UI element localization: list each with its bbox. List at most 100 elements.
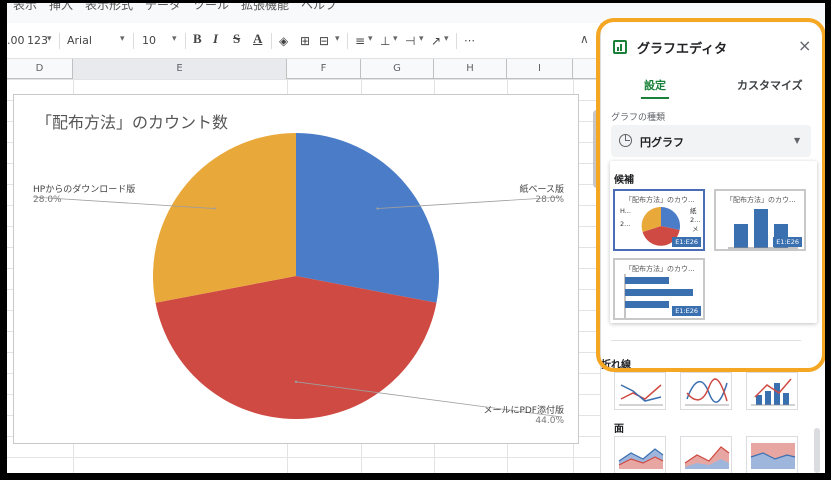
suggestion-range-badge: E1:E26 xyxy=(773,237,802,247)
tab-setup[interactable]: 設定 xyxy=(644,77,666,93)
sheet-scrollbar[interactable] xyxy=(593,110,600,188)
toolbar-divider xyxy=(456,33,457,49)
menu-bar-text[interactable]: 表示 挿入 表示形式 データ ツール 拡張機能 ヘルプ xyxy=(13,3,337,13)
label-download[interactable]: HPからのダウンロード版 28.0% xyxy=(33,185,135,205)
suggestion-snippet: メ xyxy=(692,225,699,233)
toolbar-divider xyxy=(271,33,272,49)
suggestion-snippet: 2... xyxy=(620,220,631,228)
label-paper-pct: 28.0% xyxy=(535,195,564,205)
stacked-area-chart-icon xyxy=(684,446,730,469)
area-category-label: 面 xyxy=(614,424,624,435)
column-header-d[interactable]: D xyxy=(7,59,73,79)
column-header-g[interactable]: G xyxy=(361,59,434,79)
column-header-row: D E F G H I xyxy=(7,59,600,79)
column-header-h[interactable]: H xyxy=(434,59,507,79)
line-chart-option[interactable] xyxy=(614,372,666,410)
bold-button[interactable]: B xyxy=(193,32,202,46)
suggestion-snippet: 紙 xyxy=(690,207,697,215)
chevron-down-icon: ▼ xyxy=(794,136,801,145)
suggestion-column[interactable]: 「配布方法」のカウ... E1:E26 xyxy=(714,189,806,251)
label-email[interactable]: メールにPDF添付版 44.0% xyxy=(472,406,564,426)
suggestion-pie[interactable]: 「配布方法」のカウ... H... 2... 紙 2... メ E1:E26 xyxy=(613,189,705,251)
pie-slice-2[interactable] xyxy=(153,133,296,303)
full-stacked-area-chart-option[interactable] xyxy=(746,436,798,474)
text-color-button[interactable]: A xyxy=(253,32,262,46)
toolbar-divider xyxy=(185,33,186,49)
fill-color-icon[interactable]: ◈ xyxy=(279,34,288,48)
active-tab-indicator xyxy=(641,97,669,99)
more-options-icon[interactable]: ⋯ xyxy=(464,34,475,48)
text-rotation-icon[interactable]: ↗ xyxy=(431,34,441,48)
column-header-f[interactable]: F xyxy=(287,59,361,79)
chart-editor-panel: グラフエディタ × 設定 カスタマイズ グラフの種類 円グラフ ▼ 候補 「配布… xyxy=(600,23,826,474)
suggestions-label: 候補 xyxy=(614,175,634,186)
pie-chart-icon xyxy=(619,134,632,147)
spreadsheet-grid[interactable]: D E F G H I 「配布方法」のカウント数 HPからのダウンロード版 28… xyxy=(7,59,600,473)
font-size-select[interactable]: 10 xyxy=(142,34,156,48)
suggestion-bar[interactable]: 「配布方法」のカウ... E1:E26 xyxy=(613,258,705,320)
chevron-down-icon[interactable]: ▾ xyxy=(368,34,373,44)
smooth-line-chart-option[interactable] xyxy=(680,372,732,410)
suggestion-snippet: 2... xyxy=(690,216,701,224)
toolbar-divider xyxy=(59,33,60,49)
combo-chart-option[interactable] xyxy=(746,372,798,410)
pie-chart-canvas xyxy=(32,133,563,419)
pie-slice-0[interactable] xyxy=(296,133,439,303)
line-category-label: 折れ線 xyxy=(601,360,631,371)
editor-title: グラフエディタ xyxy=(637,42,728,57)
pie-chart[interactable]: 「配布方法」のカウント数 HPからのダウンロード版 28.0% 紙ベース版 28… xyxy=(13,94,579,444)
chevron-down-icon[interactable]: ▾ xyxy=(120,34,125,44)
section-divider xyxy=(611,340,801,341)
italic-button[interactable]: I xyxy=(213,32,218,46)
smooth-line-chart-icon xyxy=(685,378,729,406)
decimal-button[interactable]: .00 xyxy=(7,34,25,48)
chevron-down-icon[interactable]: ▾ xyxy=(419,34,424,44)
chevron-down-icon[interactable]: ▾ xyxy=(393,34,398,44)
align-left-icon[interactable]: ≡ xyxy=(355,34,365,48)
panel-scrollbar[interactable] xyxy=(814,428,820,473)
column-header-e[interactable]: E xyxy=(73,59,287,79)
chart-editor-icon xyxy=(613,40,627,54)
merge-cells-icon[interactable]: ⊟ xyxy=(319,34,329,48)
area-chart-option[interactable] xyxy=(614,436,666,474)
leader-dot-0 xyxy=(376,207,379,210)
chevron-down-icon[interactable]: ▾ xyxy=(335,34,340,44)
stacked-area-chart-option[interactable] xyxy=(680,436,732,474)
toolbar-divider xyxy=(133,33,134,49)
area-chart-icon xyxy=(618,448,664,469)
vertical-align-icon[interactable]: ⊥ xyxy=(380,34,390,48)
text-wrap-icon[interactable]: ⊣ xyxy=(405,34,415,48)
label-paper[interactable]: 紙ベース版 28.0% xyxy=(504,185,564,205)
label-paper-name: 紙ベース版 xyxy=(519,185,564,195)
line-chart-icon xyxy=(619,384,663,406)
suggestion-range-badge: E1:E26 xyxy=(672,306,701,316)
leader-dot-1 xyxy=(294,380,298,384)
leader-dot-2 xyxy=(213,207,216,210)
number-format-button[interactable]: 123 xyxy=(27,34,48,48)
strikethrough-button[interactable]: S xyxy=(233,32,240,46)
chevron-down-icon[interactable]: ▾ xyxy=(444,34,449,44)
toolbar-divider xyxy=(347,33,348,49)
chart-type-label: グラフの種類 xyxy=(611,113,666,123)
label-email-name: メールにPDF添付版 xyxy=(483,406,564,416)
close-icon[interactable]: × xyxy=(798,36,811,55)
frame-bottom xyxy=(0,473,831,480)
frame-left xyxy=(0,0,7,480)
tab-customize[interactable]: カスタマイズ xyxy=(737,77,803,93)
menu-bar[interactable]: 表示 挿入 表示形式 データ ツール 拡張機能 ヘルプ xyxy=(7,3,825,23)
font-select[interactable]: Arial xyxy=(67,34,92,48)
suggestion-snippet: H... xyxy=(620,207,631,215)
borders-icon[interactable]: ⊞ xyxy=(300,34,310,48)
chevron-down-icon[interactable]: ▾ xyxy=(172,34,177,44)
column-header-i[interactable]: I xyxy=(507,59,573,79)
label-download-name: HPからのダウンロード版 xyxy=(33,185,136,195)
chevron-down-icon[interactable]: ▾ xyxy=(47,34,52,44)
collapse-toolbar-icon[interactable]: ∧ xyxy=(580,32,589,46)
suggestions-dropdown: 候補 「配布方法」のカウ... H... 2... 紙 2... メ E1:E2… xyxy=(610,161,817,323)
chart-type-select[interactable]: 円グラフ ▼ xyxy=(611,125,811,157)
pie-slice-1[interactable] xyxy=(155,276,437,419)
chart-type-value: 円グラフ xyxy=(640,136,684,149)
label-download-pct: 28.0% xyxy=(33,195,62,205)
editor-header: グラフエディタ × xyxy=(601,23,826,73)
combo-chart-icon xyxy=(751,378,795,406)
